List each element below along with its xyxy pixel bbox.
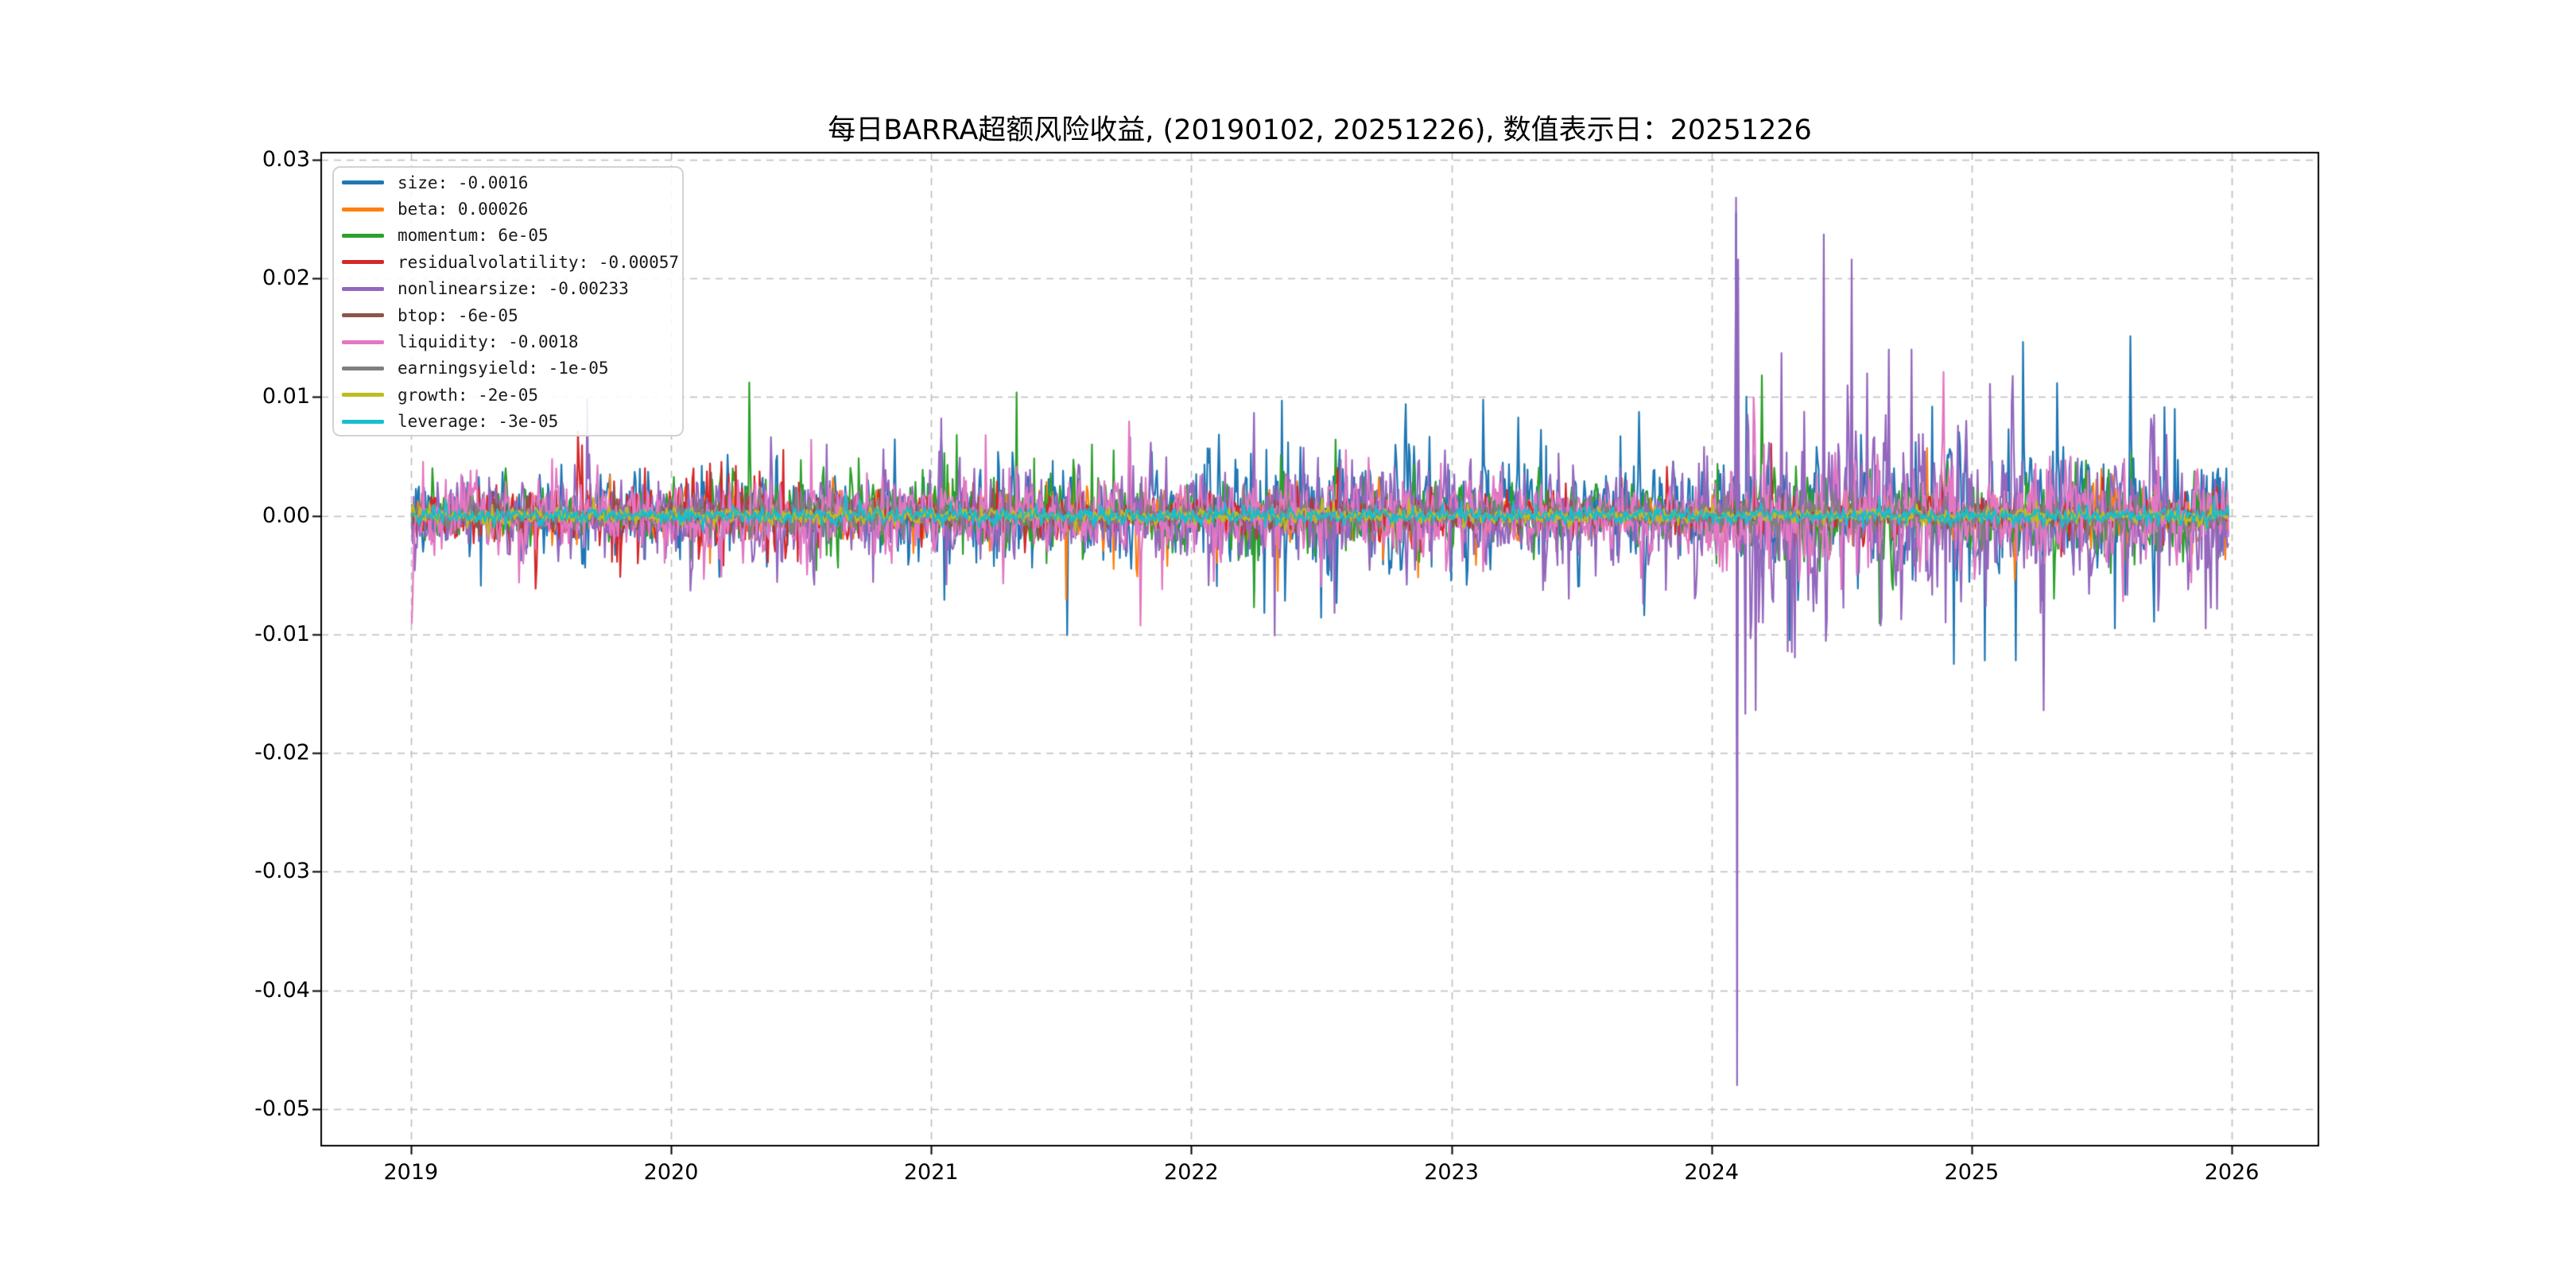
x-axis-tick-label: 2025 bbox=[1944, 1160, 2000, 1185]
growth-line-swatch bbox=[342, 393, 384, 398]
x-axis-tick-label: 2024 bbox=[1684, 1160, 1740, 1185]
figure: 每日BARRA超额风险收益, (20190102, 20251226), 数值表… bbox=[0, 0, 2576, 1288]
x-axis-tick-label: 2021 bbox=[903, 1160, 959, 1185]
legend-label: momentum: 6e-05 bbox=[398, 226, 549, 246]
chart-title: 每日BARRA超额风险收益, (20190102, 20251226), 数值表… bbox=[828, 114, 1812, 146]
legend-item: growth: -2e-05 bbox=[334, 382, 682, 408]
y-axis-tick-label: 0.02 bbox=[262, 266, 310, 291]
legend-item: residualvolatility: -0.00057 bbox=[334, 249, 682, 275]
y-axis-tick-label: 0.03 bbox=[262, 146, 310, 172]
legend-label: leverage: -3e-05 bbox=[398, 412, 559, 432]
y-axis-tick-label: 0.00 bbox=[262, 502, 310, 528]
legend-label: beta: 0.00026 bbox=[398, 200, 529, 219]
legend-label: earningsyield: -1e-05 bbox=[398, 359, 609, 378]
legend-item: earningsyield: -1e-05 bbox=[334, 355, 682, 382]
legend-label: nonlinearsize: -0.00233 bbox=[398, 279, 629, 299]
x-axis-tick-label: 2026 bbox=[2204, 1160, 2260, 1185]
legend-item: leverage: -3e-05 bbox=[334, 409, 682, 435]
btop-line-swatch bbox=[342, 313, 384, 318]
y-axis-tick-label: -0.03 bbox=[254, 859, 310, 884]
y-axis-tick-label: -0.02 bbox=[254, 740, 310, 766]
x-axis-tick-label: 2020 bbox=[643, 1160, 699, 1185]
x-axis-tick-label: 2023 bbox=[1424, 1160, 1479, 1185]
y-axis-tick-label: -0.04 bbox=[254, 977, 310, 1003]
x-axis-tick-label: 2019 bbox=[383, 1160, 439, 1185]
earningsyield-line-swatch bbox=[342, 366, 384, 370]
legend-label: growth: -2e-05 bbox=[398, 385, 539, 405]
leverage-line-swatch bbox=[342, 419, 384, 424]
nonlinearsize-line-swatch bbox=[342, 286, 384, 291]
size-line-swatch bbox=[342, 180, 384, 185]
legend-item: momentum: 6e-05 bbox=[334, 223, 682, 249]
legend-item: liquidity: -0.0018 bbox=[334, 328, 682, 355]
legend-item: nonlinearsize: -0.00233 bbox=[334, 276, 682, 302]
legend-item: btop: -6e-05 bbox=[334, 302, 682, 328]
legend-label: btop: -6e-05 bbox=[398, 305, 518, 325]
liquidity-line-swatch bbox=[342, 339, 384, 344]
legend-item: beta: 0.00026 bbox=[334, 196, 682, 222]
legend-label: residualvolatility: -0.00057 bbox=[398, 252, 680, 272]
x-axis-tick-label: 2022 bbox=[1164, 1160, 1219, 1185]
y-axis-tick-label: -0.05 bbox=[254, 1096, 310, 1121]
legend: size: -0.0016 beta: 0.00026 momentum: 6e-0… bbox=[332, 166, 684, 436]
legend-label: liquidity: -0.0018 bbox=[398, 332, 579, 352]
y-axis-tick-label: -0.01 bbox=[254, 621, 310, 646]
legend-label: size: -0.0016 bbox=[398, 173, 529, 192]
beta-line-swatch bbox=[342, 207, 384, 211]
legend-item: size: -0.0016 bbox=[334, 169, 682, 196]
momentum-line-swatch bbox=[342, 233, 384, 238]
residualvolatility-line-swatch bbox=[342, 260, 384, 265]
y-axis-tick-label: 0.01 bbox=[262, 384, 310, 409]
